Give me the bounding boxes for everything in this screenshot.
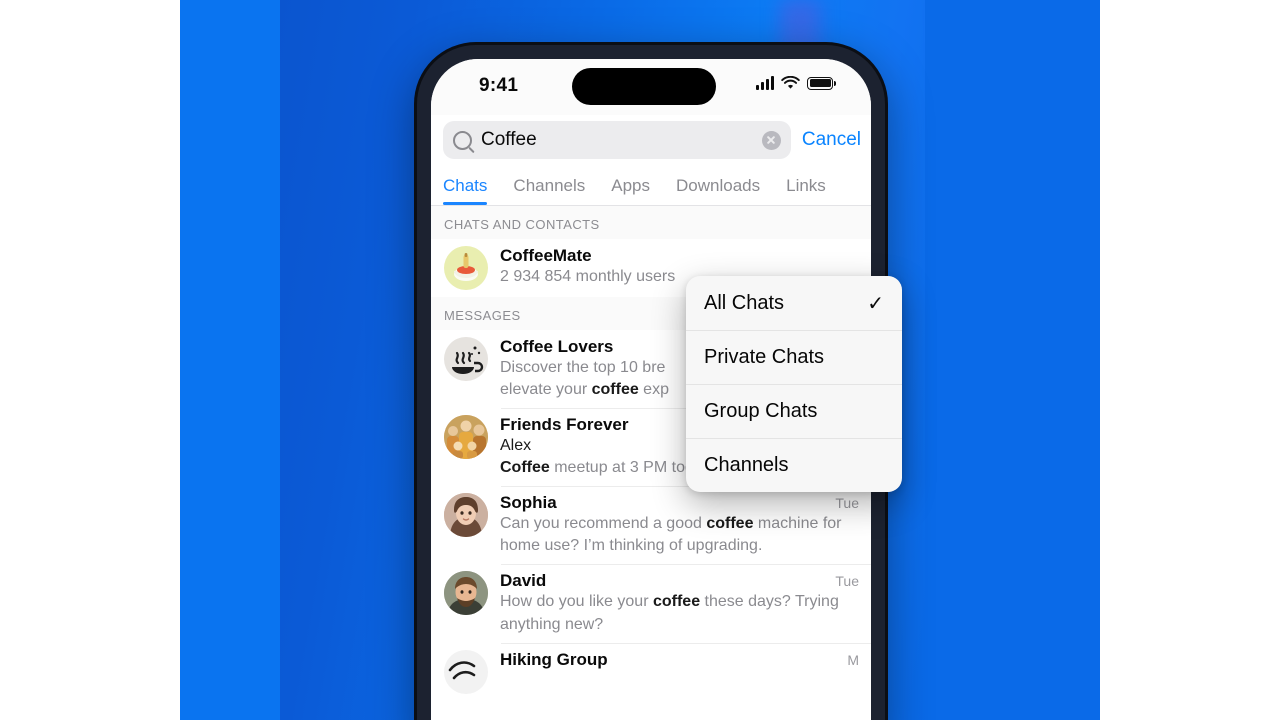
tab-bar: Chats Channels Apps Downloads Links [431,169,871,205]
dropdown-item-all-chats[interactable]: All Chats ✓ [686,276,902,330]
dropdown-item-label: Private Chats [704,345,825,368]
chat-preview-highlight: coffee [706,515,754,533]
chat-name: Hiking Group [500,649,608,669]
dropdown-item-label: All Chats [704,291,785,314]
backdrop-left-band [180,0,280,720]
tab-links[interactable]: Links [786,176,826,205]
chat-preview-highlight: Coffee [500,459,550,477]
search-input[interactable]: Coffee [443,121,791,159]
status-bar: 9:41 [431,59,871,115]
chat-filter-dropdown[interactable]: All Chats ✓ Private Chats Group Chats Ch… [686,276,902,492]
tab-chats[interactable]: Chats [443,176,488,205]
list-item-body: David Tue How do you like your coffee th… [500,571,859,635]
backdrop-right-band [925,0,1100,720]
chat-preview: How do you like your coffee these days? … [500,591,859,635]
list-item[interactable]: David Tue How do you like your coffee th… [431,564,871,643]
list-item-top: Sophia Tue [500,493,859,513]
list-item[interactable]: Hiking Group M [431,642,871,701]
chat-preview-highlight: coffee [591,381,639,399]
phone-mockup: 9:41 Coffee Cancel Chats Channels Apps D… [414,42,902,720]
chat-timestamp: M [847,651,859,668]
chat-preview-line2b: exp [638,381,669,399]
list-item-body: Sophia Tue Can you recommend a good coff… [500,493,859,557]
list-item-top: David Tue [500,571,859,591]
chat-preview-before: How do you like your [500,593,653,611]
checkmark-icon: ✓ [867,292,884,315]
dropdown-item-label: Channels [704,453,789,476]
tab-apps[interactable]: Apps [611,176,650,205]
list-item-body: Hiking Group M [500,650,859,694]
man-portrait-avatar [444,571,488,616]
search-bar: Coffee Cancel [431,115,871,169]
contact-name: CoffeeMate [500,246,592,265]
cellular-bars-icon [756,76,774,90]
clear-icon[interactable] [761,130,781,150]
dropdown-item-private-chats[interactable]: Private Chats [686,330,902,384]
search-value: Coffee [481,129,537,150]
search-icon [453,130,472,150]
chat-preview-line2a: elevate your [500,381,592,399]
dropdown-item-channels[interactable]: Channels [686,438,902,492]
battery-icon [807,76,836,90]
chat-timestamp: Tue [835,495,859,512]
chat-preview-line1: Discover the top 10 bre [500,359,666,376]
list-item-top: Hiking Group M [500,650,859,670]
list-item-top: CoffeeMate [500,246,859,266]
cancel-button[interactable]: Cancel [802,129,861,151]
tab-channels[interactable]: Channels [513,176,585,205]
coffee-cup-avatar [444,246,488,290]
chat-name: Sophia [500,493,557,513]
chat-preview-highlight: coffee [652,593,701,611]
section-header-contacts: CHATS AND CONTACTS [431,206,871,239]
dropdown-item-group-chats[interactable]: Group Chats [686,384,902,438]
chat-preview-before: Can you recommend a good [500,515,707,533]
tab-downloads[interactable]: Downloads [676,176,760,205]
list-item[interactable]: Sophia Tue Can you recommend a good coff… [431,486,871,565]
chat-preview: Can you recommend a good coffee machine … [500,513,859,557]
group-photo-avatar [444,415,488,460]
dynamic-island [572,68,716,105]
coffee-steam-avatar [444,337,488,381]
chat-timestamp: Tue [835,573,859,590]
wifi-icon [781,76,800,89]
hiking-avatar [444,649,488,694]
status-time: 9:41 [479,75,519,96]
dropdown-item-label: Group Chats [704,399,818,422]
status-indicators [756,76,836,90]
screenshot-stage: 9:41 Coffee Cancel Chats Channels Apps D… [0,0,1280,720]
chat-name: David [500,571,547,591]
woman-portrait-avatar [444,493,488,538]
